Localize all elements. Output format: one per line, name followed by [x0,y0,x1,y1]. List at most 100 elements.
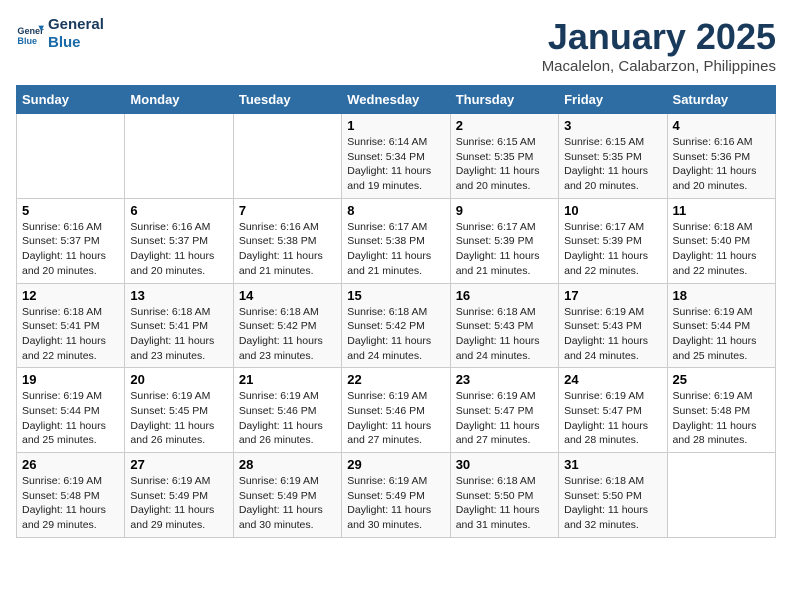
day-number: 5 [22,203,119,218]
day-cell: 15 Sunrise: 6:18 AMSunset: 5:42 PMDayligh… [342,283,450,368]
day-number: 9 [456,203,553,218]
day-cell: 2 Sunrise: 6:15 AMSunset: 5:35 PMDaylight… [450,114,558,199]
day-number: 12 [22,288,119,303]
day-cell [17,114,125,199]
day-cell: 14 Sunrise: 6:18 AMSunset: 5:42 PMDayligh… [233,283,341,368]
day-cell: 29 Sunrise: 6:19 AMSunset: 5:49 PMDayligh… [342,453,450,538]
week-row-5: 26 Sunrise: 6:19 AMSunset: 5:48 PMDayligh… [17,453,776,538]
day-number: 2 [456,118,553,133]
day-number: 26 [22,457,119,472]
day-cell: 13 Sunrise: 6:18 AMSunset: 5:41 PMDayligh… [125,283,233,368]
day-info: Sunrise: 6:19 AMSunset: 5:48 PMDaylight:… [673,389,770,448]
logo-blue: Blue [48,34,104,52]
day-info: Sunrise: 6:18 AMSunset: 5:42 PMDaylight:… [239,305,336,364]
day-cell: 22 Sunrise: 6:19 AMSunset: 5:46 PMDayligh… [342,368,450,453]
title-block: January 2025 Macalelon, Calabarzon, Phil… [542,16,776,75]
week-row-4: 19 Sunrise: 6:19 AMSunset: 5:44 PMDayligh… [17,368,776,453]
day-cell: 26 Sunrise: 6:19 AMSunset: 5:48 PMDayligh… [17,453,125,538]
day-cell: 5 Sunrise: 6:16 AMSunset: 5:37 PMDaylight… [17,198,125,283]
day-cell: 18Sunrise: 6:19 AMSunset: 5:44 PMDayligh… [667,283,775,368]
day-header-thursday: Thursday [450,86,558,114]
day-info: Sunrise: 6:18 AMSunset: 5:41 PMDaylight:… [130,305,227,364]
svg-text:Blue: Blue [17,36,37,46]
page-header: General Blue General Blue January 2025 M… [16,16,776,75]
day-number: 29 [347,457,444,472]
day-number: 8 [347,203,444,218]
day-cell: 25Sunrise: 6:19 AMSunset: 5:48 PMDayligh… [667,368,775,453]
day-cell: 4Sunrise: 6:16 AMSunset: 5:36 PMDaylight… [667,114,775,199]
day-info: Sunrise: 6:17 AMSunset: 5:39 PMDaylight:… [456,220,553,279]
day-number: 30 [456,457,553,472]
day-number: 15 [347,288,444,303]
day-info: Sunrise: 6:19 AMSunset: 5:48 PMDaylight:… [22,474,119,533]
day-cell: 10 Sunrise: 6:17 AMSunset: 5:39 PMDayligh… [559,198,667,283]
day-number: 6 [130,203,227,218]
week-row-1: 1 Sunrise: 6:14 AMSunset: 5:34 PMDaylight… [17,114,776,199]
day-number: 10 [564,203,661,218]
day-cell: 24Sunrise: 6:19 AMSunset: 5:47 PMDayligh… [559,368,667,453]
day-info: Sunrise: 6:16 AMSunset: 5:37 PMDaylight:… [22,220,119,279]
logo: General Blue General Blue [16,16,104,52]
day-cell: 19 Sunrise: 6:19 AMSunset: 5:44 PMDayligh… [17,368,125,453]
day-cell: 12 Sunrise: 6:18 AMSunset: 5:41 PMDayligh… [17,283,125,368]
day-info: Sunrise: 6:19 AMSunset: 5:44 PMDaylight:… [22,389,119,448]
day-info: Sunrise: 6:18 AMSunset: 5:43 PMDaylight:… [456,305,553,364]
day-cell [667,453,775,538]
day-number: 7 [239,203,336,218]
day-info: Sunrise: 6:16 AMSunset: 5:38 PMDaylight:… [239,220,336,279]
day-header-tuesday: Tuesday [233,86,341,114]
day-number: 27 [130,457,227,472]
day-number: 4 [673,118,770,133]
day-info: Sunrise: 6:18 AMSunset: 5:41 PMDaylight:… [22,305,119,364]
day-header-wednesday: Wednesday [342,86,450,114]
day-number: 11 [673,203,770,218]
day-number: 16 [456,288,553,303]
day-info: Sunrise: 6:18 AMSunset: 5:42 PMDaylight:… [347,305,444,364]
day-header-saturday: Saturday [667,86,775,114]
day-cell: 20 Sunrise: 6:19 AMSunset: 5:45 PMDayligh… [125,368,233,453]
day-info: Sunrise: 6:19 AMSunset: 5:47 PMDaylight:… [456,389,553,448]
week-row-3: 12 Sunrise: 6:18 AMSunset: 5:41 PMDayligh… [17,283,776,368]
day-header-sunday: Sunday [17,86,125,114]
day-info: Sunrise: 6:19 AMSunset: 5:46 PMDaylight:… [347,389,444,448]
calendar-table: SundayMondayTuesdayWednesdayThursdayFrid… [16,85,776,538]
logo-general: General [48,16,104,34]
day-number: 20 [130,372,227,387]
day-cell: 27 Sunrise: 6:19 AMSunset: 5:49 PMDayligh… [125,453,233,538]
day-number: 14 [239,288,336,303]
logo-icon: General Blue [16,20,44,48]
day-number: 31 [564,457,661,472]
day-info: Sunrise: 6:19 AMSunset: 5:43 PMDaylight:… [564,305,661,364]
day-info: Sunrise: 6:19 AMSunset: 5:49 PMDaylight:… [347,474,444,533]
day-number: 13 [130,288,227,303]
calendar-title: January 2025 [542,16,776,58]
day-info: Sunrise: 6:16 AMSunset: 5:37 PMDaylight:… [130,220,227,279]
day-info: Sunrise: 6:17 AMSunset: 5:39 PMDaylight:… [564,220,661,279]
day-info: Sunrise: 6:18 AMSunset: 5:50 PMDaylight:… [456,474,553,533]
day-cell: 16 Sunrise: 6:18 AMSunset: 5:43 PMDayligh… [450,283,558,368]
day-info: Sunrise: 6:18 AMSunset: 5:40 PMDaylight:… [673,220,770,279]
day-number: 28 [239,457,336,472]
day-number: 21 [239,372,336,387]
day-info: Sunrise: 6:15 AMSunset: 5:35 PMDaylight:… [456,135,553,194]
day-cell: 7 Sunrise: 6:16 AMSunset: 5:38 PMDaylight… [233,198,341,283]
day-info: Sunrise: 6:14 AMSunset: 5:34 PMDaylight:… [347,135,444,194]
day-number: 24 [564,372,661,387]
day-info: Sunrise: 6:18 AMSunset: 5:50 PMDaylight:… [564,474,661,533]
day-cell: 3Sunrise: 6:15 AMSunset: 5:35 PMDaylight… [559,114,667,199]
day-number: 19 [22,372,119,387]
day-cell [125,114,233,199]
week-row-2: 5 Sunrise: 6:16 AMSunset: 5:37 PMDaylight… [17,198,776,283]
calendar-subtitle: Macalelon, Calabarzon, Philippines [542,58,776,75]
day-number: 17 [564,288,661,303]
day-number: 3 [564,118,661,133]
day-info: Sunrise: 6:19 AMSunset: 5:49 PMDaylight:… [239,474,336,533]
day-info: Sunrise: 6:19 AMSunset: 5:49 PMDaylight:… [130,474,227,533]
day-number: 1 [347,118,444,133]
day-cell: 21Sunrise: 6:19 AMSunset: 5:46 PMDayligh… [233,368,341,453]
day-cell: 31 Sunrise: 6:18 AMSunset: 5:50 PMDayligh… [559,453,667,538]
day-cell: 17 Sunrise: 6:19 AMSunset: 5:43 PMDayligh… [559,283,667,368]
day-cell: 30 Sunrise: 6:18 AMSunset: 5:50 PMDayligh… [450,453,558,538]
day-info: Sunrise: 6:19 AMSunset: 5:45 PMDaylight:… [130,389,227,448]
day-number: 22 [347,372,444,387]
